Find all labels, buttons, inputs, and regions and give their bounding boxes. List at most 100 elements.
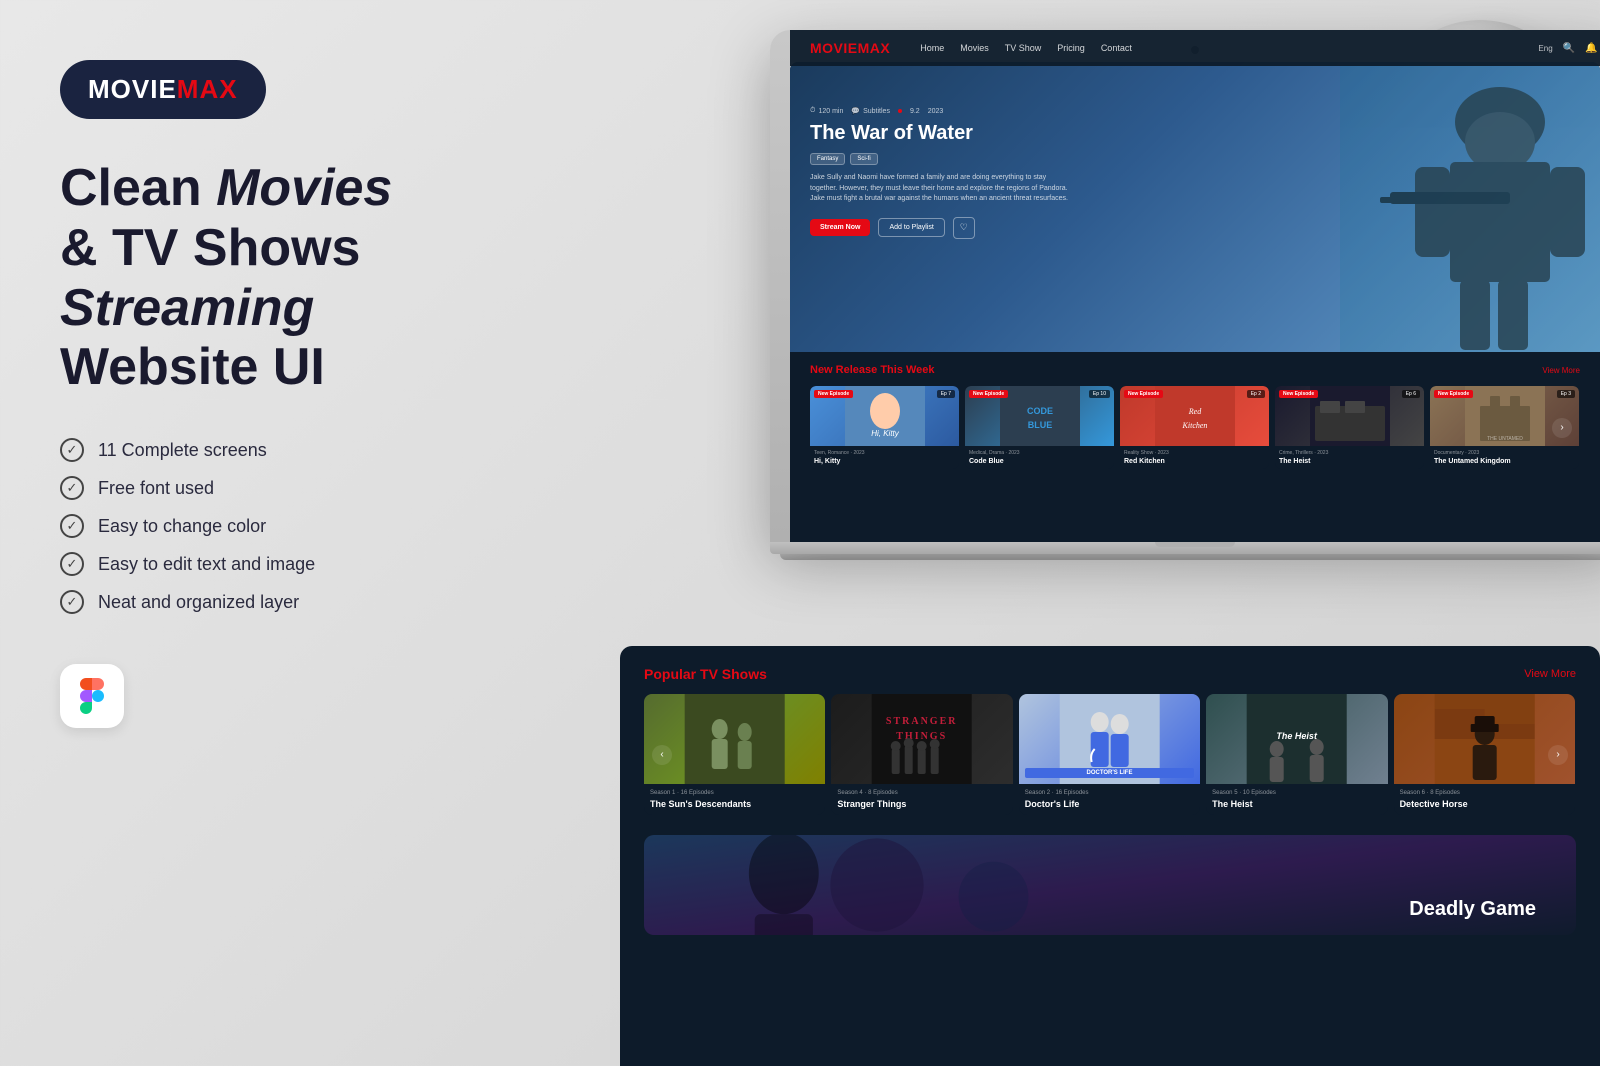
movie-card-red-kitchen[interactable]: New Episode Ep 2 Red Kitchen xyxy=(1120,386,1269,469)
deadly-game-section: Deadly Game xyxy=(644,835,1576,935)
svg-text:The Heist: The Heist xyxy=(1277,731,1319,741)
card-genre: Crime, Thrillers · 2023 xyxy=(1279,450,1420,456)
feature-item: ✓ Easy to change color xyxy=(60,514,480,538)
popular-shows-title: Popular TV Shows xyxy=(644,666,767,682)
new-release-cards-wrapper: New Episode Ep 7 Hi, Kitty xyxy=(810,386,1580,469)
new-episode-badge: New Episode xyxy=(1434,390,1473,398)
svg-text:Red: Red xyxy=(1187,407,1201,416)
show-season: Season 4 · 8 Episodes xyxy=(837,790,1006,796)
hero-tags: Fantasy Sci-fi xyxy=(810,153,1070,165)
hero-content: ⏱ 120 min 💬 Subtitles 9.2 2023 The War o… xyxy=(810,107,1070,239)
laptop-screen: MOVIEMAX Home Movies TV Show Pricing Con… xyxy=(790,62,1600,542)
feature-item: ✓ 11 Complete screens xyxy=(60,438,480,462)
show-title: The Heist xyxy=(1212,799,1381,809)
card-info: Medical, Drama · 2023 Code Blue xyxy=(965,446,1114,469)
hero-soldier-image xyxy=(1340,62,1600,352)
card-genre: Reality Show · 2023 xyxy=(1124,450,1265,456)
show-thumb-detective-horse xyxy=(1394,694,1575,784)
feature-item: ✓ Free font used xyxy=(60,476,480,500)
svg-text:THE UNTAMED: THE UNTAMED xyxy=(1487,436,1523,442)
new-release-title: New Release This Week xyxy=(810,364,935,376)
popular-shows-header: Popular TV Shows View More xyxy=(644,666,1576,682)
laptop-mockup: MOVIEMAX Home Movies TV Show Pricing Con… xyxy=(770,30,1600,560)
site-header: MOVIEMAX Home Movies TV Show Pricing Con… xyxy=(790,62,1600,66)
wishlist-button[interactable]: ♡ xyxy=(953,217,975,239)
logo-max: MAX xyxy=(177,74,238,105)
hero-time: ⏱ 120 min xyxy=(810,107,843,115)
show-card-heist[interactable]: The Heist Season 5 · 10 Episodes The Hei… xyxy=(1206,694,1387,815)
movie-card-code-blue[interactable]: New Episode Ep 10 CODE BLUE xyxy=(965,386,1114,469)
feature-text: Free font used xyxy=(98,478,214,499)
new-release-accent: This Week xyxy=(880,364,934,376)
card-title: The Heist xyxy=(1279,458,1420,465)
figma-icon xyxy=(74,678,110,714)
show-card-info: Season 6 · 8 Episodes Detective Horse xyxy=(1394,784,1575,815)
laptop-notch xyxy=(1155,542,1235,547)
new-episode-badge: New Episode xyxy=(969,390,1008,398)
episode-number: Ep 6 xyxy=(1402,390,1420,398)
logo-movie: MOVIE xyxy=(88,74,177,105)
tv-shows-accent: TV Shows xyxy=(700,666,767,682)
prev-arrow-button[interactable]: ‹ xyxy=(652,745,672,765)
popular-view-more[interactable]: View More xyxy=(1524,668,1576,680)
show-card-info: Season 4 · 8 Episodes Stranger Things xyxy=(831,784,1012,815)
laptop-outer: MOVIEMAX Home Movies TV Show Pricing Con… xyxy=(770,30,1600,542)
show-thumb-doctors-life: DOCTOR'S LIFE xyxy=(1019,694,1200,784)
feature-text: Easy to change color xyxy=(98,516,266,537)
movie-card-hi-kitty[interactable]: New Episode Ep 7 Hi, Kitty xyxy=(810,386,959,469)
svg-text:BLUE: BLUE xyxy=(1027,420,1052,430)
rating-dot xyxy=(898,109,902,113)
next-arrow-shows-button[interactable]: › xyxy=(1548,745,1568,765)
check-icon: ✓ xyxy=(60,438,84,462)
feature-item: ✓ Neat and organized layer xyxy=(60,590,480,614)
show-card-info: Season 1 · 16 Episodes The Sun's Descend… xyxy=(644,784,825,815)
add-to-playlist-button[interactable]: Add to Playlist xyxy=(878,218,944,237)
show-title: The Sun's Descendants xyxy=(650,799,819,809)
episode-number: Ep 3 xyxy=(1557,390,1575,398)
svg-text:CODE: CODE xyxy=(1026,406,1052,416)
card-info: Documentary · 2023 The Untamed Kingdom xyxy=(1430,446,1579,469)
svg-text:THINGS: THINGS xyxy=(897,731,948,742)
show-title: Detective Horse xyxy=(1400,799,1569,809)
popular-shows-cards: Season 1 · 16 Episodes The Sun's Descend… xyxy=(644,694,1576,815)
feature-text: 11 Complete screens xyxy=(98,440,267,461)
hero-year: 2023 xyxy=(928,108,944,115)
popular-label: Popular xyxy=(644,666,696,682)
headline: Clean Movies & TV Shows Streaming Websit… xyxy=(60,159,480,398)
new-release-view-more[interactable]: View More xyxy=(1542,366,1580,375)
show-card-doctors-life[interactable]: DOCTOR'S LIFE Season 2 · 16 Episodes Doc… xyxy=(1019,694,1200,815)
card-title: The Untamed Kingdom xyxy=(1434,458,1575,465)
svg-text:Hi, Kitty: Hi, Kitty xyxy=(871,429,900,438)
check-icon: ✓ xyxy=(60,590,84,614)
show-title: Stranger Things xyxy=(837,799,1006,809)
new-episode-badge: New Episode xyxy=(1124,390,1163,398)
hero-tag-scifi: Sci-fi xyxy=(850,153,877,165)
show-card-stranger-things[interactable]: STRANGER THINGS Season 4 · 8 Epi xyxy=(831,694,1012,815)
show-season: Season 5 · 10 Episodes xyxy=(1212,790,1381,796)
card-info: Crime, Thrillers · 2023 The Heist xyxy=(1275,446,1424,469)
card-thumb-code-blue: New Episode Ep 10 CODE BLUE xyxy=(965,386,1114,446)
svg-text:STRANGER: STRANGER xyxy=(886,716,958,727)
show-season: Season 6 · 8 Episodes xyxy=(1400,790,1569,796)
card-thumb-heist: New Episode Ep 6 xyxy=(1275,386,1424,446)
card-thumb-hi-kitty: New Episode Ep 7 Hi, Kitty xyxy=(810,386,959,446)
episode-number: Ep 10 xyxy=(1089,390,1110,398)
hero-subtitles: 💬 Subtitles xyxy=(851,107,890,115)
hero-section: ⏱ 120 min 💬 Subtitles 9.2 2023 The War o… xyxy=(790,62,1600,352)
feature-item: ✓ Easy to edit text and image xyxy=(60,552,480,576)
card-thumb-red-kitchen: New Episode Ep 2 Red Kitchen xyxy=(1120,386,1269,446)
check-icon: ✓ xyxy=(60,514,84,538)
brand-logo: MOVIE MAX xyxy=(60,60,266,119)
new-release-cards: New Episode Ep 7 Hi, Kitty xyxy=(810,386,1580,469)
stream-now-button[interactable]: Stream Now xyxy=(810,219,870,236)
laptop-base xyxy=(770,542,1600,554)
hero-description: Jake Sully and Naomi have formed a famil… xyxy=(810,173,1070,205)
card-title: Red Kitchen xyxy=(1124,458,1265,465)
popular-shows-wrapper: Season 1 · 16 Episodes The Sun's Descend… xyxy=(644,694,1576,815)
new-episode-badge: New Episode xyxy=(814,390,853,398)
next-arrow-button[interactable]: › xyxy=(1552,418,1572,438)
movie-card-heist[interactable]: New Episode Ep 6 xyxy=(1275,386,1424,469)
show-season: Season 2 · 16 Episodes xyxy=(1025,790,1194,796)
check-icon: ✓ xyxy=(60,552,84,576)
new-release-header: New Release This Week View More xyxy=(810,364,1580,376)
